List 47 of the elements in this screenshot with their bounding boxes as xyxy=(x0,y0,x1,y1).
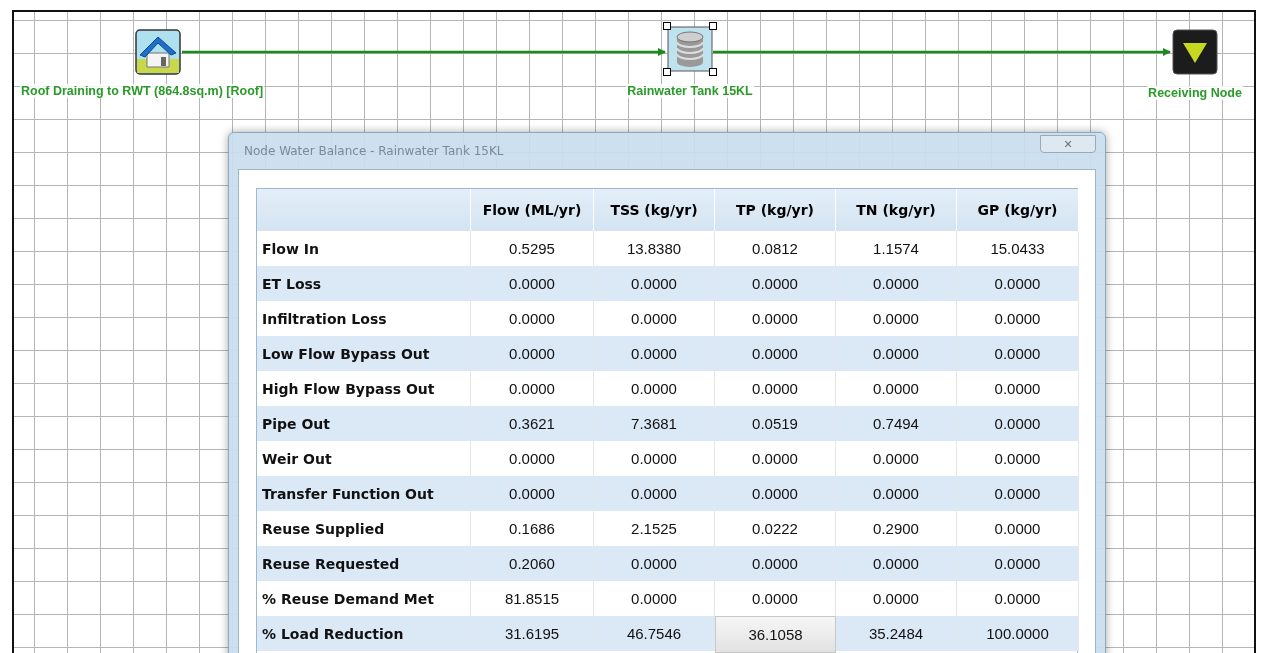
dialog-title: Node Water Balance - Rainwater Tank 15KL xyxy=(244,144,504,158)
table-cell[interactable]: 46.7546 xyxy=(594,616,715,651)
table-cell[interactable]: 0.2060 xyxy=(471,546,594,581)
row-label: Low Flow Bypass Out xyxy=(257,336,471,371)
table-cell[interactable]: 0.0000 xyxy=(594,546,715,581)
table-cell[interactable]: 0.0000 xyxy=(957,266,1079,301)
table-cell[interactable]: 0.0000 xyxy=(594,266,715,301)
close-button[interactable]: × xyxy=(1040,135,1096,153)
node-label: Roof Draining to RWT (864.8sq.m) [Roof] xyxy=(20,84,265,98)
table-cell[interactable]: 0.0000 xyxy=(471,336,594,371)
node-label: Rainwater Tank 15KL xyxy=(626,84,754,98)
row-label: ET Loss xyxy=(257,266,471,301)
table-cell[interactable]: 0.7494 xyxy=(836,406,957,441)
table-cell[interactable]: 36.1058 xyxy=(715,616,836,653)
house-icon[interactable] xyxy=(135,29,181,75)
table-cell[interactable]: 31.6195 xyxy=(471,616,594,651)
table-cell[interactable]: 35.2484 xyxy=(836,616,957,651)
table-cell[interactable]: 100.0000 xyxy=(957,616,1079,651)
column-header: GP (kg/yr) xyxy=(957,189,1079,231)
table-cell[interactable]: 0.0000 xyxy=(715,546,836,581)
table-cell[interactable]: 0.3621 xyxy=(471,406,594,441)
column-header: TSS (kg/yr) xyxy=(594,189,715,231)
table-cell[interactable]: 0.0000 xyxy=(836,336,957,371)
table-cell[interactable]: 0.0000 xyxy=(957,406,1079,441)
row-label: % Load Reduction xyxy=(257,616,471,651)
table-cell[interactable]: 0.0000 xyxy=(836,476,957,511)
column-header: TN (kg/yr) xyxy=(836,189,957,231)
table-cell[interactable]: 0.0000 xyxy=(836,266,957,301)
table-cell[interactable]: 0.0000 xyxy=(715,336,836,371)
table-cell[interactable]: 0.0000 xyxy=(957,476,1079,511)
row-label: Reuse Requested xyxy=(257,546,471,581)
column-header: Flow (ML/yr) xyxy=(471,189,594,231)
table-cell[interactable]: 0.0000 xyxy=(471,266,594,301)
table-cell[interactable]: 0.0000 xyxy=(594,336,715,371)
table-cell[interactable]: 0.0000 xyxy=(715,476,836,511)
table-cell[interactable]: 0.0000 xyxy=(594,476,715,511)
table-cell[interactable]: 7.3681 xyxy=(594,406,715,441)
row-label: Pipe Out xyxy=(257,406,471,441)
table-cell[interactable]: 0.0000 xyxy=(957,336,1079,371)
table-cell[interactable]: 0.0519 xyxy=(715,406,836,441)
column-header: TP (kg/yr) xyxy=(715,189,836,231)
table-cell[interactable]: 0.0000 xyxy=(715,266,836,301)
table-cell[interactable]: 0.0000 xyxy=(836,546,957,581)
table-cell[interactable]: 0.0000 xyxy=(471,476,594,511)
node-label: Receiving Node xyxy=(1147,86,1243,100)
row-label: Transfer Function Out xyxy=(257,476,471,511)
table-cell[interactable]: 0.0000 xyxy=(957,546,1079,581)
